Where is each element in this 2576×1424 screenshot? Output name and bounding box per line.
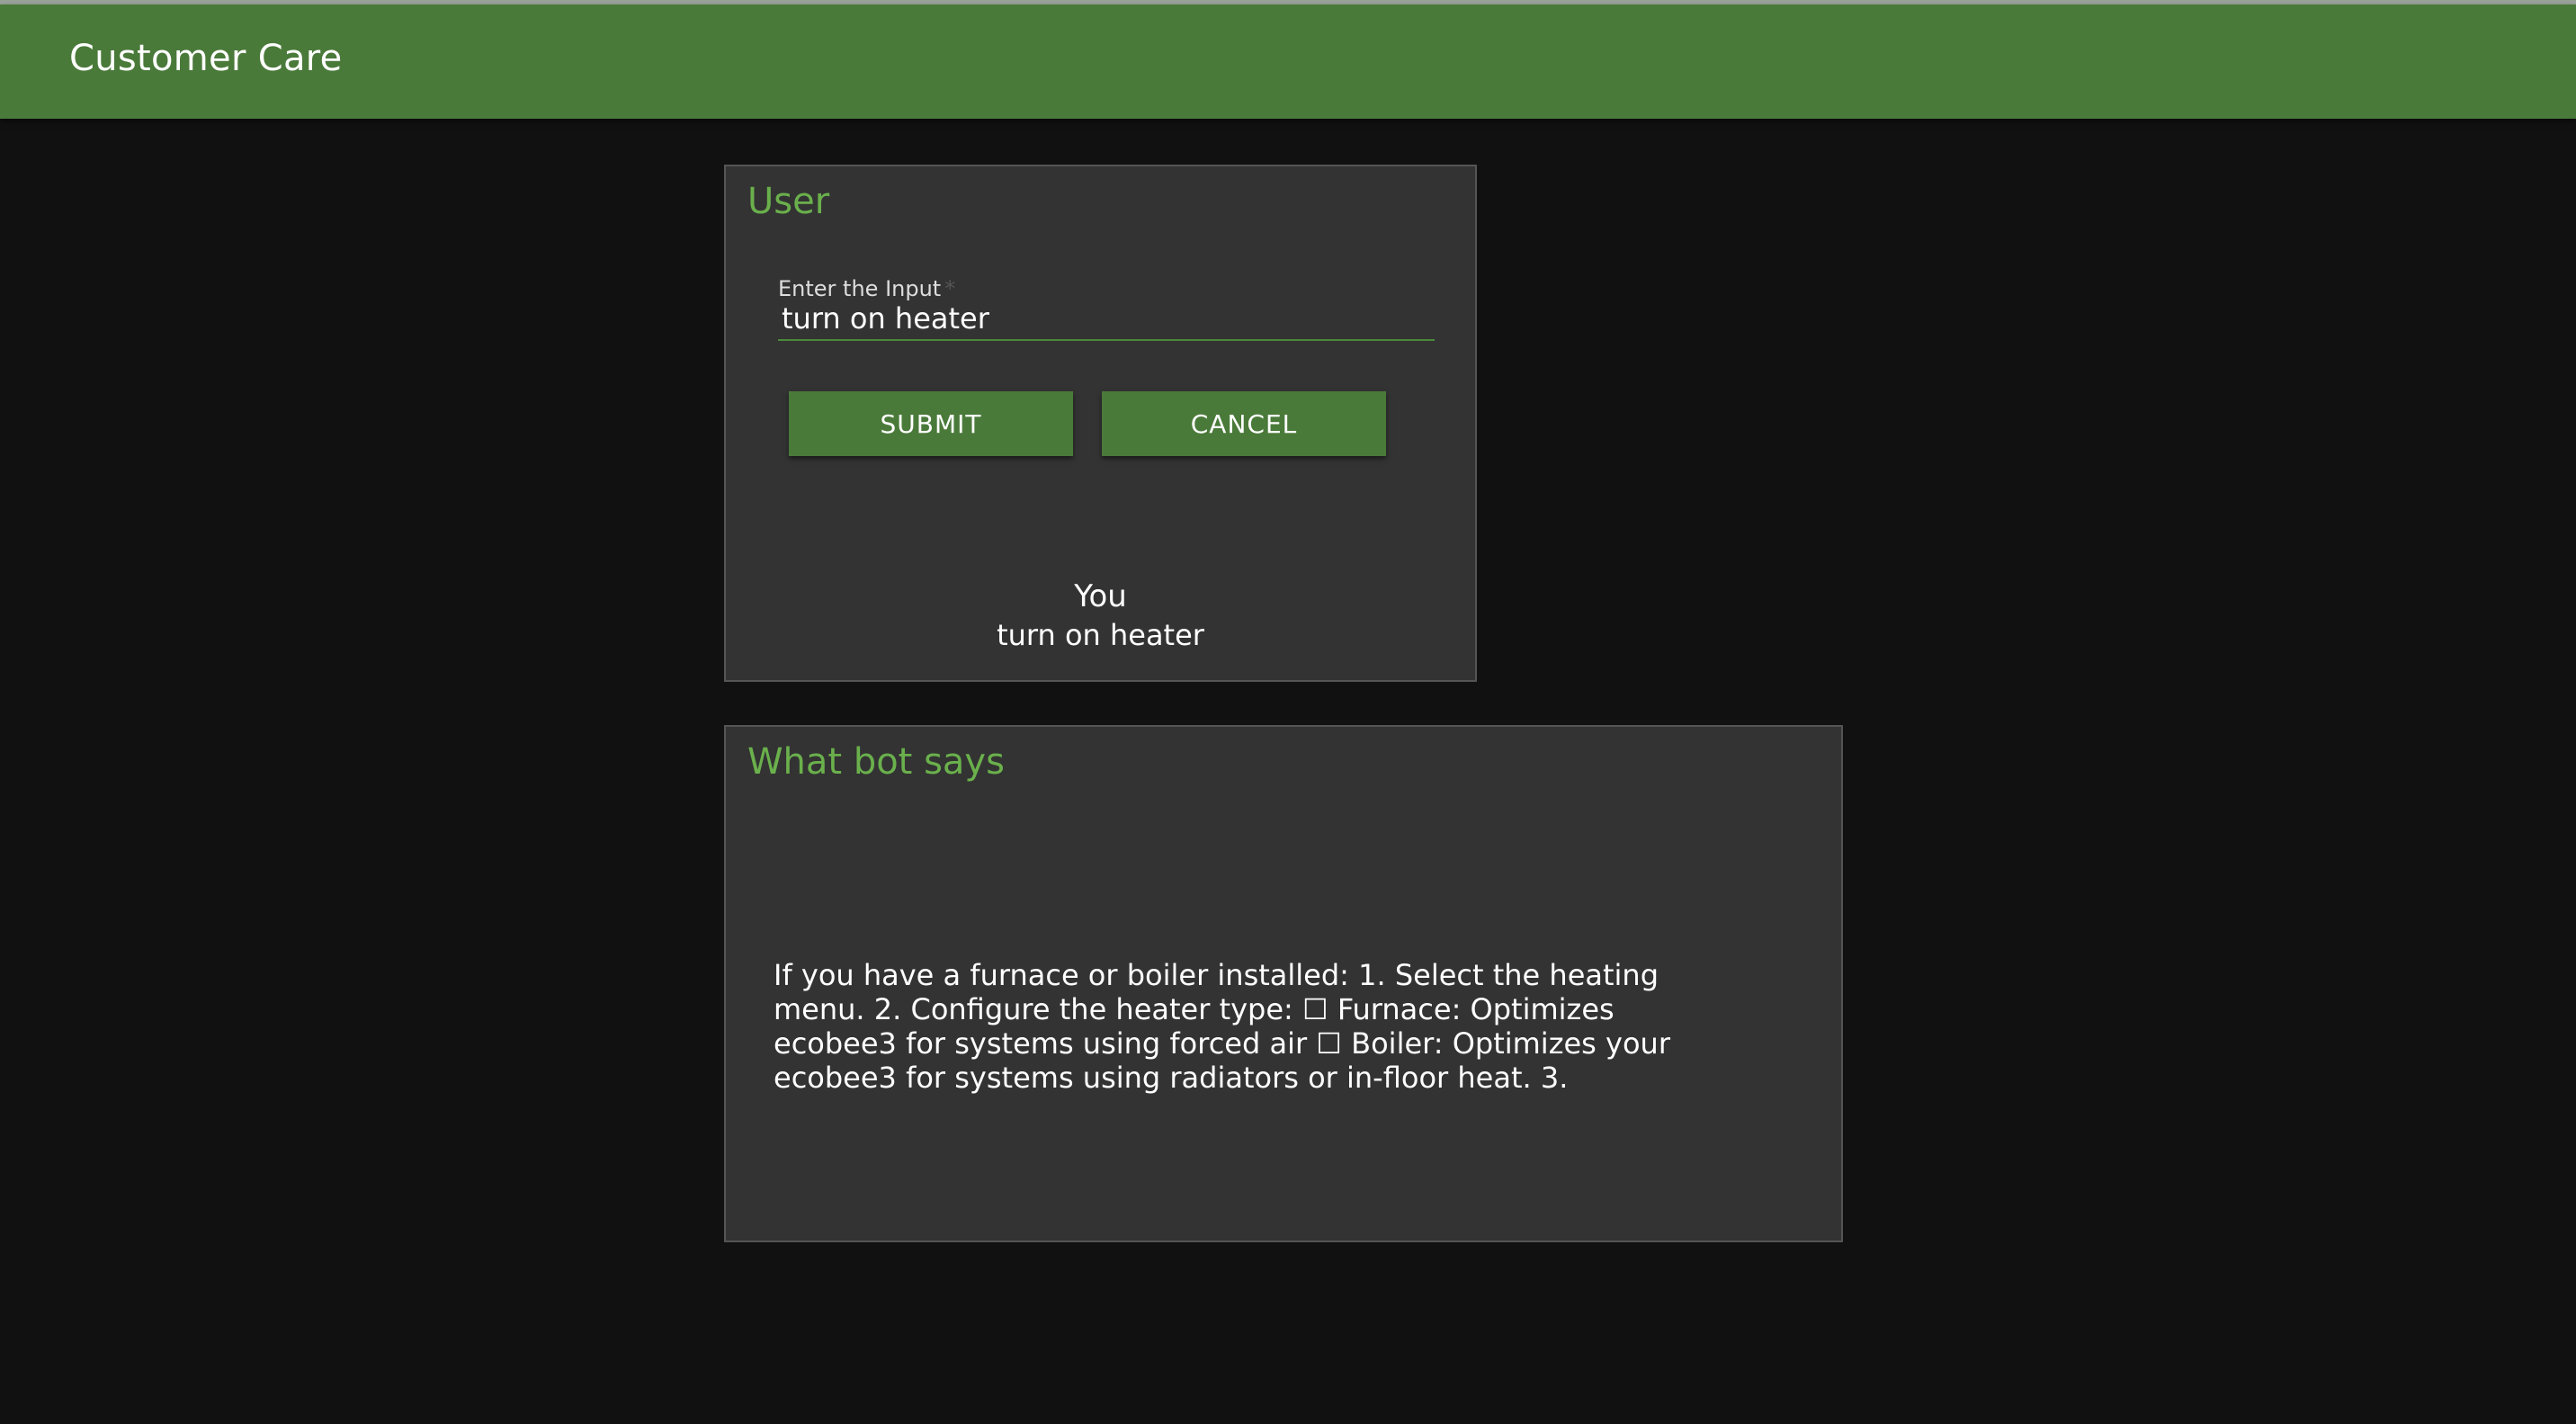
bot-reply-text: If you have a furnace or boiler installe… (774, 958, 1670, 1095)
app-title: Customer Care (69, 38, 343, 79)
user-card-heading: User (747, 181, 830, 222)
input-field: Enter the Input * (778, 276, 1438, 341)
input-label: Enter the Input * (778, 276, 955, 301)
app-bar: Customer Care (0, 4, 2576, 119)
user-card: User Enter the Input* SUBMIT CANCEL You … (724, 165, 1477, 682)
required-mark: * (944, 276, 956, 301)
message-text: turn on heater (997, 618, 1204, 652)
input-label-text: Enter the Input (778, 276, 942, 301)
submit-button[interactable]: SUBMIT (789, 391, 1073, 456)
bot-card: What bot says If you have a furnace or b… (724, 725, 1843, 1242)
bot-card-heading: What bot says (747, 741, 1005, 783)
cancel-button[interactable]: CANCEL (1102, 391, 1386, 456)
message-author: You (1074, 578, 1127, 614)
user-input[interactable] (778, 301, 1438, 336)
